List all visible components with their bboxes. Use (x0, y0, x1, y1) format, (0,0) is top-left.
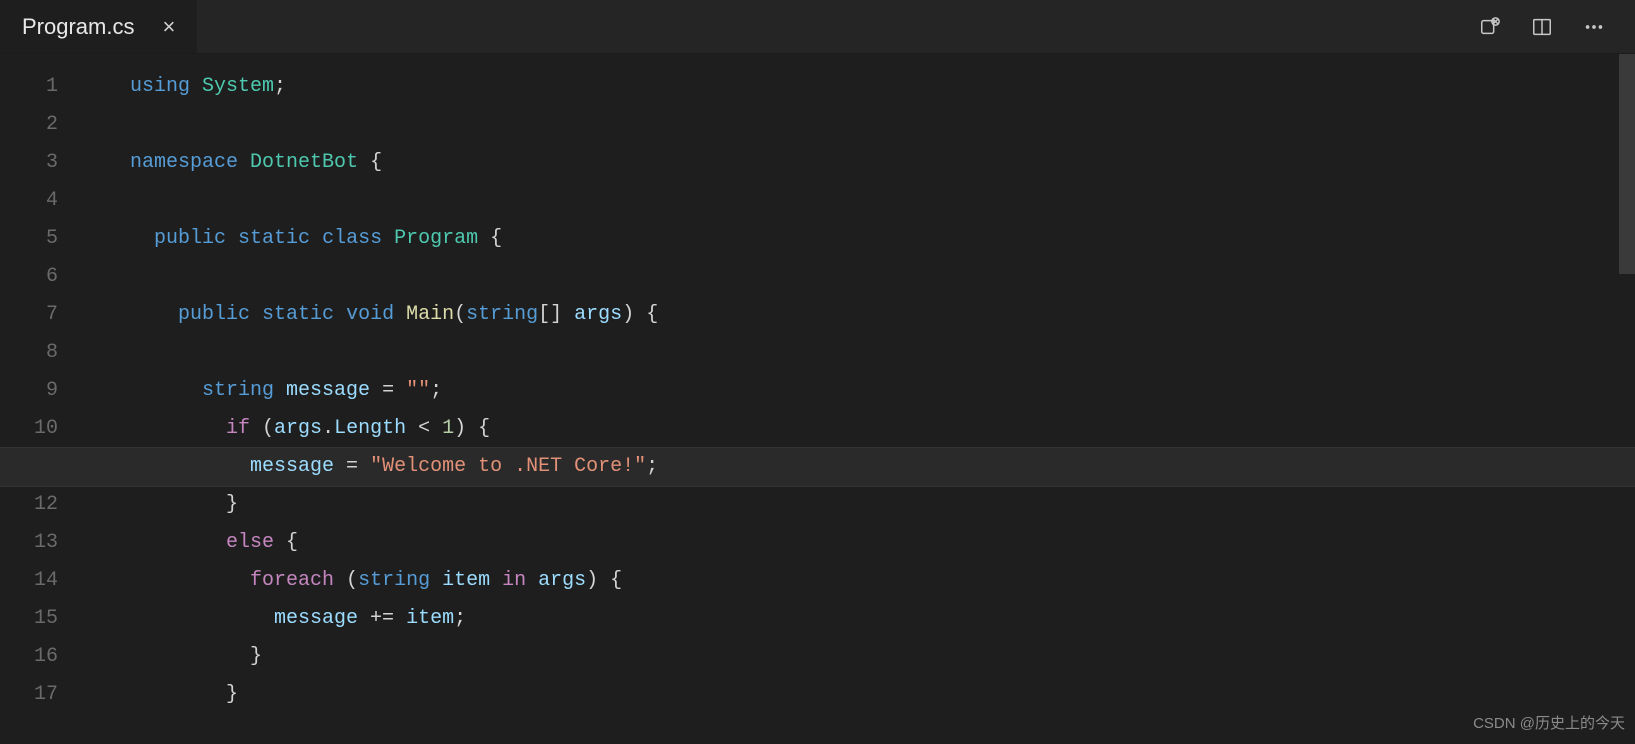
line-number: 9 (0, 372, 86, 410)
watermark-text: CSDN @历史上的今天 (1473, 710, 1625, 739)
code-line[interactable]: else { (130, 524, 1635, 562)
line-number: 5 (0, 220, 86, 258)
code-line[interactable] (130, 334, 1635, 372)
line-number: 17 (0, 676, 86, 714)
code-line[interactable]: } (130, 638, 1635, 676)
code-content[interactable]: using System; namespace DotnetBot { publ… (130, 68, 1635, 714)
code-line[interactable]: public static class Program { (130, 220, 1635, 258)
tab-bar: Program.cs × (0, 0, 1635, 54)
code-line[interactable]: } (130, 676, 1635, 714)
code-line[interactable]: namespace DotnetBot { (130, 144, 1635, 182)
code-line[interactable] (130, 182, 1635, 220)
code-line[interactable]: using System; (130, 68, 1635, 106)
line-number: 6 (0, 258, 86, 296)
code-line[interactable]: foreach (string item in args) { (130, 562, 1635, 600)
vertical-scrollbar[interactable] (1619, 54, 1635, 274)
line-number-gutter: 1234567891011121314151617 (0, 68, 86, 714)
code-line[interactable]: message = "Welcome to .NET Core!"; (0, 448, 1635, 486)
line-number: 16 (0, 638, 86, 676)
line-number: 10 (0, 410, 86, 448)
code-line[interactable]: public static void Main(string[] args) { (130, 296, 1635, 334)
split-editor-icon[interactable] (1531, 16, 1553, 38)
close-icon[interactable]: × (162, 6, 175, 48)
tab-title: Program.cs (22, 6, 134, 48)
line-number: 3 (0, 144, 86, 182)
editor-tab-program[interactable]: Program.cs × (0, 0, 197, 53)
line-number: 7 (0, 296, 86, 334)
code-editor[interactable]: 1234567891011121314151617 using System; … (0, 54, 1635, 744)
line-number: 14 (0, 562, 86, 600)
open-changes-icon[interactable] (1479, 16, 1501, 38)
code-line[interactable]: message += item; (130, 600, 1635, 638)
line-number: 8 (0, 334, 86, 372)
code-line[interactable] (130, 258, 1635, 296)
line-number: 15 (0, 600, 86, 638)
line-number: 4 (0, 182, 86, 220)
line-number: 1 (0, 68, 86, 106)
code-line[interactable]: if (args.Length < 1) { (130, 410, 1635, 448)
tabbar-actions (1479, 16, 1635, 38)
line-number: 13 (0, 524, 86, 562)
code-line[interactable]: string message = ""; (130, 372, 1635, 410)
line-number: 2 (0, 106, 86, 144)
more-icon[interactable] (1583, 16, 1605, 38)
line-number: 12 (0, 486, 86, 524)
code-line[interactable] (130, 106, 1635, 144)
code-line[interactable]: } (130, 486, 1635, 524)
